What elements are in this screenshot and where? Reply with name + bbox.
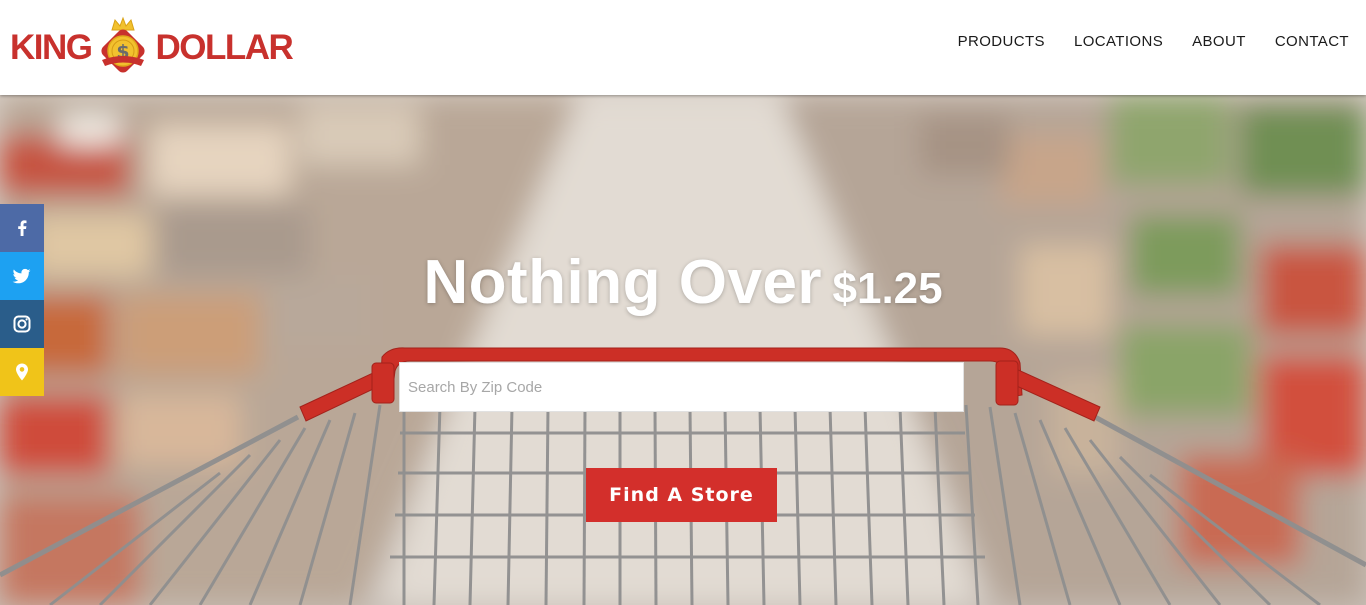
facebook-icon <box>18 220 27 236</box>
king-dollar-logo[interactable]: KING $ DOLLAR <box>10 16 330 78</box>
logo-word-right: DOLLAR <box>155 27 294 67</box>
crown-coin-emblem-icon: $ <box>100 16 145 73</box>
zip-code-search-input[interactable] <box>399 362 964 412</box>
site-header: KING $ DOLLAR PRODUCTS LOCATIONS ABOUT C… <box>0 0 1366 95</box>
main-nav: PRODUCTS LOCATIONS ABOUT CONTACT <box>929 32 1349 52</box>
logo-word-left: KING <box>10 27 93 67</box>
facebook-link[interactable] <box>0 204 44 252</box>
headline-main-text: Nothing Over <box>423 248 823 317</box>
nav-products[interactable]: PRODUCTS <box>958 32 1045 52</box>
map-pin-icon <box>16 363 28 381</box>
find-a-store-button[interactable]: Find A Store <box>586 468 777 522</box>
twitter-link[interactable] <box>0 252 44 300</box>
hero-headline: Nothing Over $1.25 <box>0 247 1366 318</box>
nav-about[interactable]: ABOUT <box>1192 32 1246 52</box>
hero-background-image <box>0 95 1366 605</box>
twitter-icon <box>12 268 31 284</box>
nav-locations[interactable]: LOCATIONS <box>1074 32 1163 52</box>
hero-section: Nothing Over $1.25 Find A Store <box>0 95 1366 605</box>
nav-contact[interactable]: CONTACT <box>1275 32 1349 52</box>
instagram-icon <box>13 315 31 333</box>
instagram-link[interactable] <box>0 300 44 348</box>
social-sidebar <box>0 204 44 396</box>
headline-price: $1.25 <box>832 264 943 313</box>
store-locator-link[interactable] <box>0 348 44 396</box>
